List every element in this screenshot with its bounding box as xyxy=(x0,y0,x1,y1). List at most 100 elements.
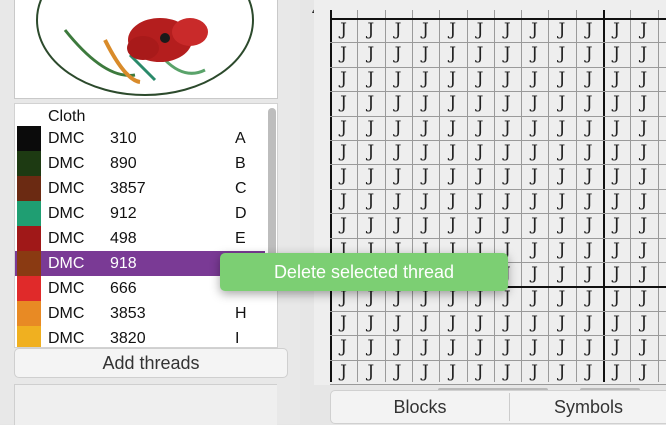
grid-cell[interactable]: J xyxy=(576,360,603,385)
grid-cell[interactable]: J xyxy=(576,91,603,116)
grid-cell[interactable]: J xyxy=(548,18,575,43)
grid-cell[interactable]: J xyxy=(603,42,630,67)
grid-cell[interactable]: J xyxy=(330,189,357,214)
grid-cell[interactable]: J xyxy=(603,360,630,385)
grid-cell[interactable]: J xyxy=(576,335,603,360)
grid-cell[interactable]: J xyxy=(576,42,603,67)
grid-cell[interactable]: J xyxy=(412,140,439,165)
grid-cell[interactable]: J xyxy=(548,238,575,263)
grid-cell[interactable]: J xyxy=(412,189,439,214)
grid-cell[interactable]: J xyxy=(521,311,548,336)
grid-cell[interactable]: J xyxy=(494,116,521,141)
grid-cell[interactable]: J xyxy=(357,213,384,238)
grid-cell[interactable]: J xyxy=(330,42,357,67)
grid-cell[interactable]: J xyxy=(385,213,412,238)
thread-row[interactable]: DMC 890 B xyxy=(15,151,265,176)
grid-cell[interactable]: J xyxy=(467,164,494,189)
thread-row[interactable]: DMC 912 D xyxy=(15,201,265,226)
grid-cell[interactable]: J xyxy=(439,164,466,189)
grid-cell[interactable]: J xyxy=(494,189,521,214)
grid-cell[interactable]: J xyxy=(548,189,575,214)
grid-cell[interactable]: J xyxy=(385,335,412,360)
grid-cell[interactable]: J xyxy=(521,164,548,189)
grid-cell[interactable]: J xyxy=(439,116,466,141)
grid-cell[interactable]: J xyxy=(412,311,439,336)
tab-blocks[interactable]: Blocks xyxy=(331,391,509,423)
grid-cell[interactable]: J xyxy=(385,164,412,189)
grid-cell[interactable]: J xyxy=(603,91,630,116)
grid-cell[interactable]: J xyxy=(548,116,575,141)
grid-cell[interactable]: J xyxy=(330,360,357,385)
grid-cell[interactable]: J xyxy=(330,213,357,238)
grid-cell[interactable]: J xyxy=(548,67,575,92)
grid-cell[interactable]: J xyxy=(330,335,357,360)
grid-cell[interactable]: J xyxy=(576,116,603,141)
thread-list[interactable]: Cloth DMC 310 A DMC 890 B DMC 3857 C DMC… xyxy=(14,103,278,348)
grid-cell[interactable]: J xyxy=(494,213,521,238)
grid-cell[interactable]: J xyxy=(603,262,630,287)
tab-symbols[interactable]: Symbols xyxy=(510,391,666,423)
grid-cell[interactable]: J xyxy=(494,335,521,360)
grid-cell[interactable]: J xyxy=(439,335,466,360)
grid-cell[interactable]: J xyxy=(467,335,494,360)
grid-cell[interactable]: J xyxy=(412,42,439,67)
grid-cell[interactable]: J xyxy=(439,213,466,238)
grid-cell[interactable]: J xyxy=(494,164,521,189)
grid-cell[interactable]: J xyxy=(630,335,657,360)
grid-cell[interactable]: J xyxy=(330,311,357,336)
grid-cell[interactable]: J xyxy=(603,286,630,311)
grid-cell[interactable]: J xyxy=(439,18,466,43)
grid-cell[interactable]: J xyxy=(576,311,603,336)
grid-cell[interactable]: J xyxy=(603,238,630,263)
grid-cell[interactable]: J xyxy=(412,360,439,385)
grid-cell[interactable]: J xyxy=(548,91,575,116)
grid-cell[interactable]: J xyxy=(630,213,657,238)
add-threads-button[interactable]: Add threads xyxy=(14,348,288,378)
grid-cell[interactable]: J xyxy=(330,18,357,43)
grid-cell[interactable]: J xyxy=(576,286,603,311)
grid-cell[interactable]: J xyxy=(385,42,412,67)
grid-cell[interactable]: J xyxy=(357,164,384,189)
grid-cell[interactable]: J xyxy=(357,189,384,214)
thread-row[interactable]: DMC 3853 H xyxy=(15,301,265,326)
grid-cell[interactable]: J xyxy=(357,116,384,141)
grid-cell[interactable]: J xyxy=(521,42,548,67)
grid-cell[interactable]: J xyxy=(603,335,630,360)
grid-cell[interactable]: J xyxy=(548,140,575,165)
grid-cell[interactable]: J xyxy=(521,18,548,43)
grid-cell[interactable]: J xyxy=(494,18,521,43)
grid-cell[interactable]: J xyxy=(385,67,412,92)
grid-cell[interactable]: J xyxy=(439,91,466,116)
grid-cell[interactable]: J xyxy=(357,91,384,116)
grid-cell[interactable]: J xyxy=(603,67,630,92)
grid-cell[interactable]: J xyxy=(548,360,575,385)
grid-cell[interactable]: J xyxy=(548,335,575,360)
grid-cell[interactable]: J xyxy=(630,42,657,67)
grid-cell[interactable]: J xyxy=(521,335,548,360)
grid-cell[interactable]: J xyxy=(439,140,466,165)
grid-cell[interactable]: J xyxy=(630,238,657,263)
grid-cell[interactable]: J xyxy=(467,189,494,214)
grid-cell[interactable]: J xyxy=(412,91,439,116)
grid-cell[interactable]: J xyxy=(439,42,466,67)
grid-cell[interactable]: J xyxy=(521,91,548,116)
grid-cell[interactable]: J xyxy=(521,238,548,263)
grid-cell[interactable]: J xyxy=(521,286,548,311)
grid-cell[interactable]: J xyxy=(385,116,412,141)
grid-cell[interactable]: J xyxy=(630,189,657,214)
grid-cell[interactable]: J xyxy=(603,189,630,214)
grid-cell[interactable]: J xyxy=(576,164,603,189)
grid-cell[interactable]: J xyxy=(630,311,657,336)
grid-cell[interactable]: J xyxy=(467,360,494,385)
grid-cell[interactable]: J xyxy=(494,311,521,336)
grid-cell[interactable]: J xyxy=(330,140,357,165)
grid-cell[interactable]: J xyxy=(630,262,657,287)
grid-cell[interactable]: J xyxy=(467,311,494,336)
grid-cell[interactable]: J xyxy=(330,116,357,141)
grid-cell[interactable]: J xyxy=(521,262,548,287)
grid-cell[interactable]: J xyxy=(576,213,603,238)
grid-cell[interactable]: J xyxy=(467,67,494,92)
grid-cell[interactable]: J xyxy=(385,189,412,214)
grid-cell[interactable]: J xyxy=(467,213,494,238)
grid-cell[interactable]: J xyxy=(357,311,384,336)
